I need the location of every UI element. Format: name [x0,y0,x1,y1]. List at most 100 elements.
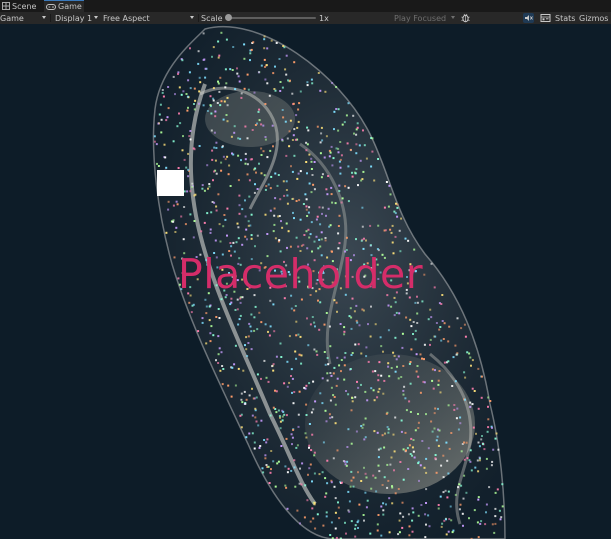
particle [382,502,385,505]
particle [243,57,246,60]
particle [218,317,221,319]
particle [283,194,286,197]
particle [433,412,436,415]
particle [290,368,293,371]
particle [416,301,419,304]
aspect-select[interactable]: Free Aspect [103,12,198,24]
tab-game[interactable]: Game [44,0,84,12]
particle [394,301,397,304]
particle [374,370,377,373]
particle [286,385,289,388]
particle [251,432,254,435]
view-select-value: Game [0,13,24,23]
particle [433,286,436,289]
particle [229,185,232,187]
particle [334,497,337,500]
particle [305,230,308,233]
particle [385,229,387,232]
particle [494,437,497,440]
scale-slider-thumb[interactable] [225,14,232,21]
particle [335,384,338,387]
particle [352,476,355,479]
particle [346,142,349,145]
particle [162,95,165,98]
particle [293,61,296,64]
particle [304,193,307,196]
particle [344,185,347,188]
particle [401,526,404,529]
particle [320,132,323,135]
particle [163,143,166,146]
scale-slider-track[interactable] [228,17,316,19]
particle [258,119,261,122]
particle [286,137,289,140]
particle [463,458,466,461]
particle [305,198,308,201]
particle [417,421,420,424]
particle [211,149,214,152]
display-select[interactable]: Display 1 [55,12,100,24]
particle [223,100,226,103]
stats-display-icon[interactable] [540,13,551,23]
particle [374,476,377,479]
game-view-viewport[interactable]: Placeholder [0,24,611,539]
tab-scene[interactable]: Scene [0,0,42,12]
bug-icon[interactable] [460,13,471,23]
particle [321,377,324,380]
particle [239,137,242,140]
particle [267,380,270,383]
particle [244,158,247,161]
particle [267,465,270,468]
stats-button[interactable]: Stats [555,12,576,24]
particle [176,125,179,128]
particle [285,189,288,191]
particle [232,241,235,244]
particle [360,239,363,242]
particle [213,170,215,173]
particle [253,191,256,194]
particle [212,46,215,49]
particle [270,450,273,452]
particle [250,234,253,237]
particle [325,188,328,191]
particle [269,471,272,474]
particle [236,222,239,225]
particle [373,179,376,182]
particle [295,114,298,117]
play-mode-select[interactable]: Play Focused [394,12,460,24]
particle [288,335,291,338]
particle [246,137,249,140]
particle [276,184,279,187]
particle [328,155,331,158]
particle [325,511,328,514]
particle [431,430,434,433]
particle [165,119,168,122]
particle [435,322,438,324]
particle [266,47,269,50]
particle [237,75,240,78]
particle [309,520,312,523]
particle [437,504,440,506]
particle [291,92,294,95]
particle [479,522,482,525]
particle [260,321,263,324]
particle [326,372,329,375]
view-select[interactable]: Game [0,12,50,24]
particle [273,207,276,210]
particle [238,318,241,321]
particle [409,382,412,385]
particle [388,531,391,534]
particle [176,203,179,206]
particle [272,460,275,463]
particle [390,367,393,369]
particle [177,73,179,75]
particle [241,243,244,246]
gizmos-button[interactable]: Gizmos [579,12,611,24]
particle [278,415,281,417]
mute-audio-icon[interactable] [523,13,534,23]
particle [483,448,486,451]
particle [477,470,480,473]
particle [254,124,257,126]
particle [246,163,249,166]
particle [287,467,290,470]
